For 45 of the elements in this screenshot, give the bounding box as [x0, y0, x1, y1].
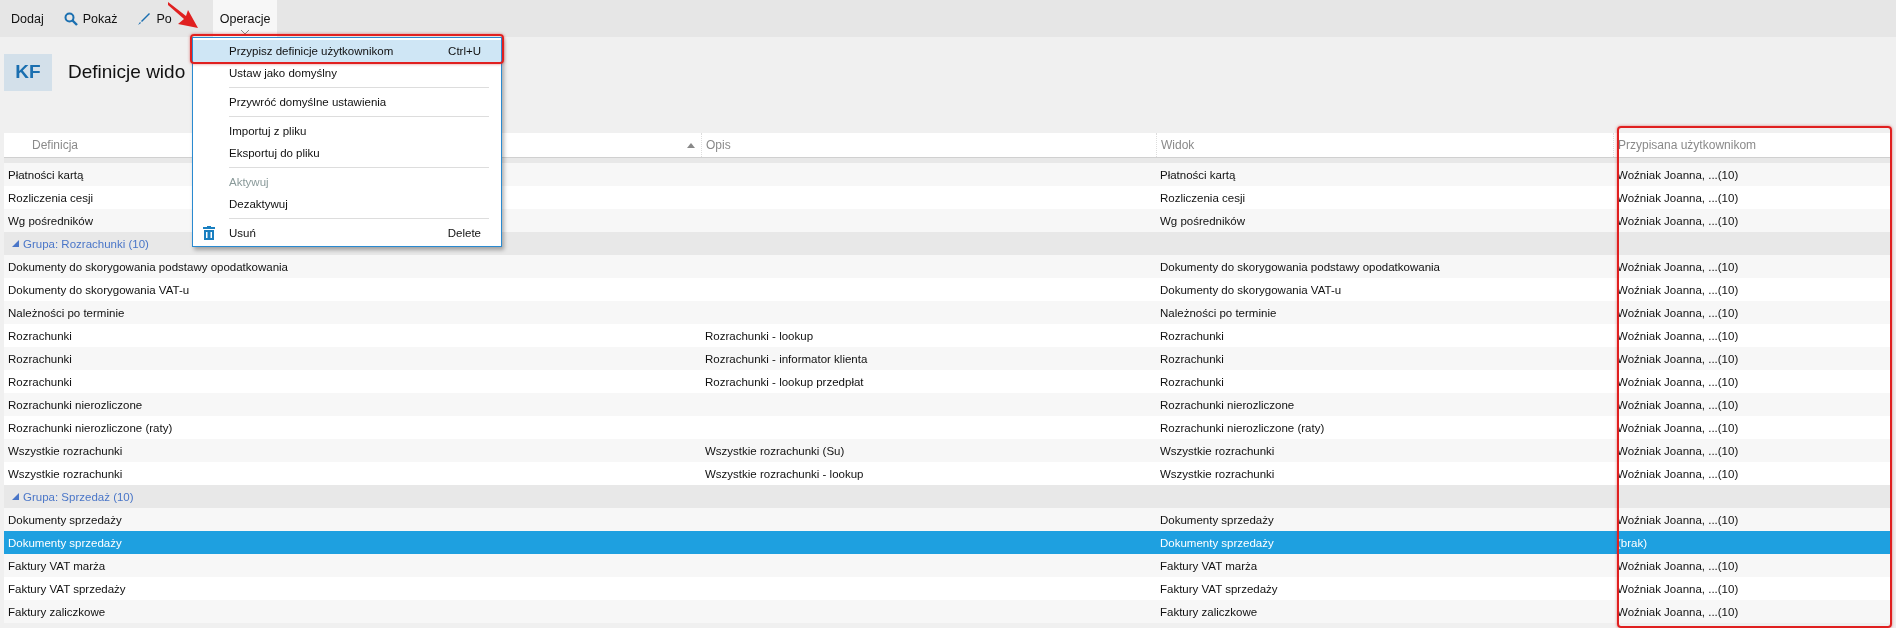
table-cell: Rozrachunki [8, 352, 72, 365]
table-cell: Wg pośredników [8, 214, 93, 227]
table-cell: Dokumenty do skorygowania VAT-u [8, 283, 190, 296]
table-cell: Rozliczenia cesji [8, 191, 93, 204]
table-cell: Płatności kartą [1160, 168, 1236, 181]
table-cell: Należności po terminie [8, 306, 125, 319]
table-cell: Faktury zaliczkowe [8, 605, 106, 618]
table-cell: Rozrachunki - lookup przedpłat [705, 375, 864, 388]
table-cell: Rozrachunki [8, 329, 72, 342]
table-cell: Wszystkie rozrachunki (Su) [705, 444, 845, 457]
table-cell: Wszystkie rozrachunki [1160, 444, 1275, 457]
table-cell: Rozrachunki [1160, 352, 1224, 365]
table-cell: Należności po terminie [1160, 306, 1277, 319]
table-cell: Dokumenty sprzedaży [8, 513, 122, 526]
group-label: Grupa: Rozrachunki (10) [23, 237, 149, 250]
table-cell: Dokumenty sprzedaży [1160, 536, 1274, 549]
table-cell: Rozrachunki [1160, 329, 1224, 342]
table-cell: Rozrachunki - lookup [705, 329, 814, 342]
table-cell: Rozliczenia cesji [1160, 191, 1245, 204]
table-cell: Faktury zaliczkowe [1160, 605, 1258, 618]
table-cell: Dokumenty do skorygowania VAT-u [1160, 283, 1342, 296]
table-cell: Wszystkie rozrachunki [1160, 467, 1275, 480]
table-cell: Faktury VAT sprzedaży [1160, 582, 1278, 595]
table-cell: Faktury VAT marża [8, 559, 106, 572]
table-cell: Dokumenty do skorygowania podstawy opodatkowania [1160, 260, 1440, 273]
table-cell: Rozrachunki nierozliczone (raty) [8, 421, 173, 434]
table-cell: Rozrachunki nierozliczone (raty) [1160, 421, 1325, 434]
table-cell: Płatności kartą [8, 168, 84, 181]
table-cell: Dokumenty do skorygowania podstawy opodatkowania [8, 260, 288, 273]
table-cell: Wszystkie rozrachunki [8, 467, 123, 480]
table-cell: Wg pośredników [1160, 214, 1245, 227]
table-cell: Rozrachunki [1160, 375, 1224, 388]
table-cell: Wszystkie rozrachunki [8, 444, 123, 457]
page-title: Definicje wido [68, 61, 186, 83]
table-cell: Faktury VAT marża [1160, 559, 1258, 572]
module-badge: KF [4, 53, 52, 91]
table-cell: Dokumenty sprzedaży [1160, 513, 1274, 526]
table-cell: Faktury VAT sprzedaży [8, 582, 126, 595]
table-cell: Rozrachunki nierozliczone [8, 398, 143, 411]
table-cell: Dokumenty sprzedaży [8, 536, 122, 549]
table-cell: Rozrachunki [8, 375, 72, 388]
table-cell: Wszystkie rozrachunki - lookup [705, 467, 864, 480]
table-cell: Rozrachunki - informator klienta [705, 352, 868, 365]
table-cell: Rozrachunki nierozliczone [1160, 398, 1295, 411]
group-label: Grupa: Sprzedaż (10) [23, 490, 134, 503]
